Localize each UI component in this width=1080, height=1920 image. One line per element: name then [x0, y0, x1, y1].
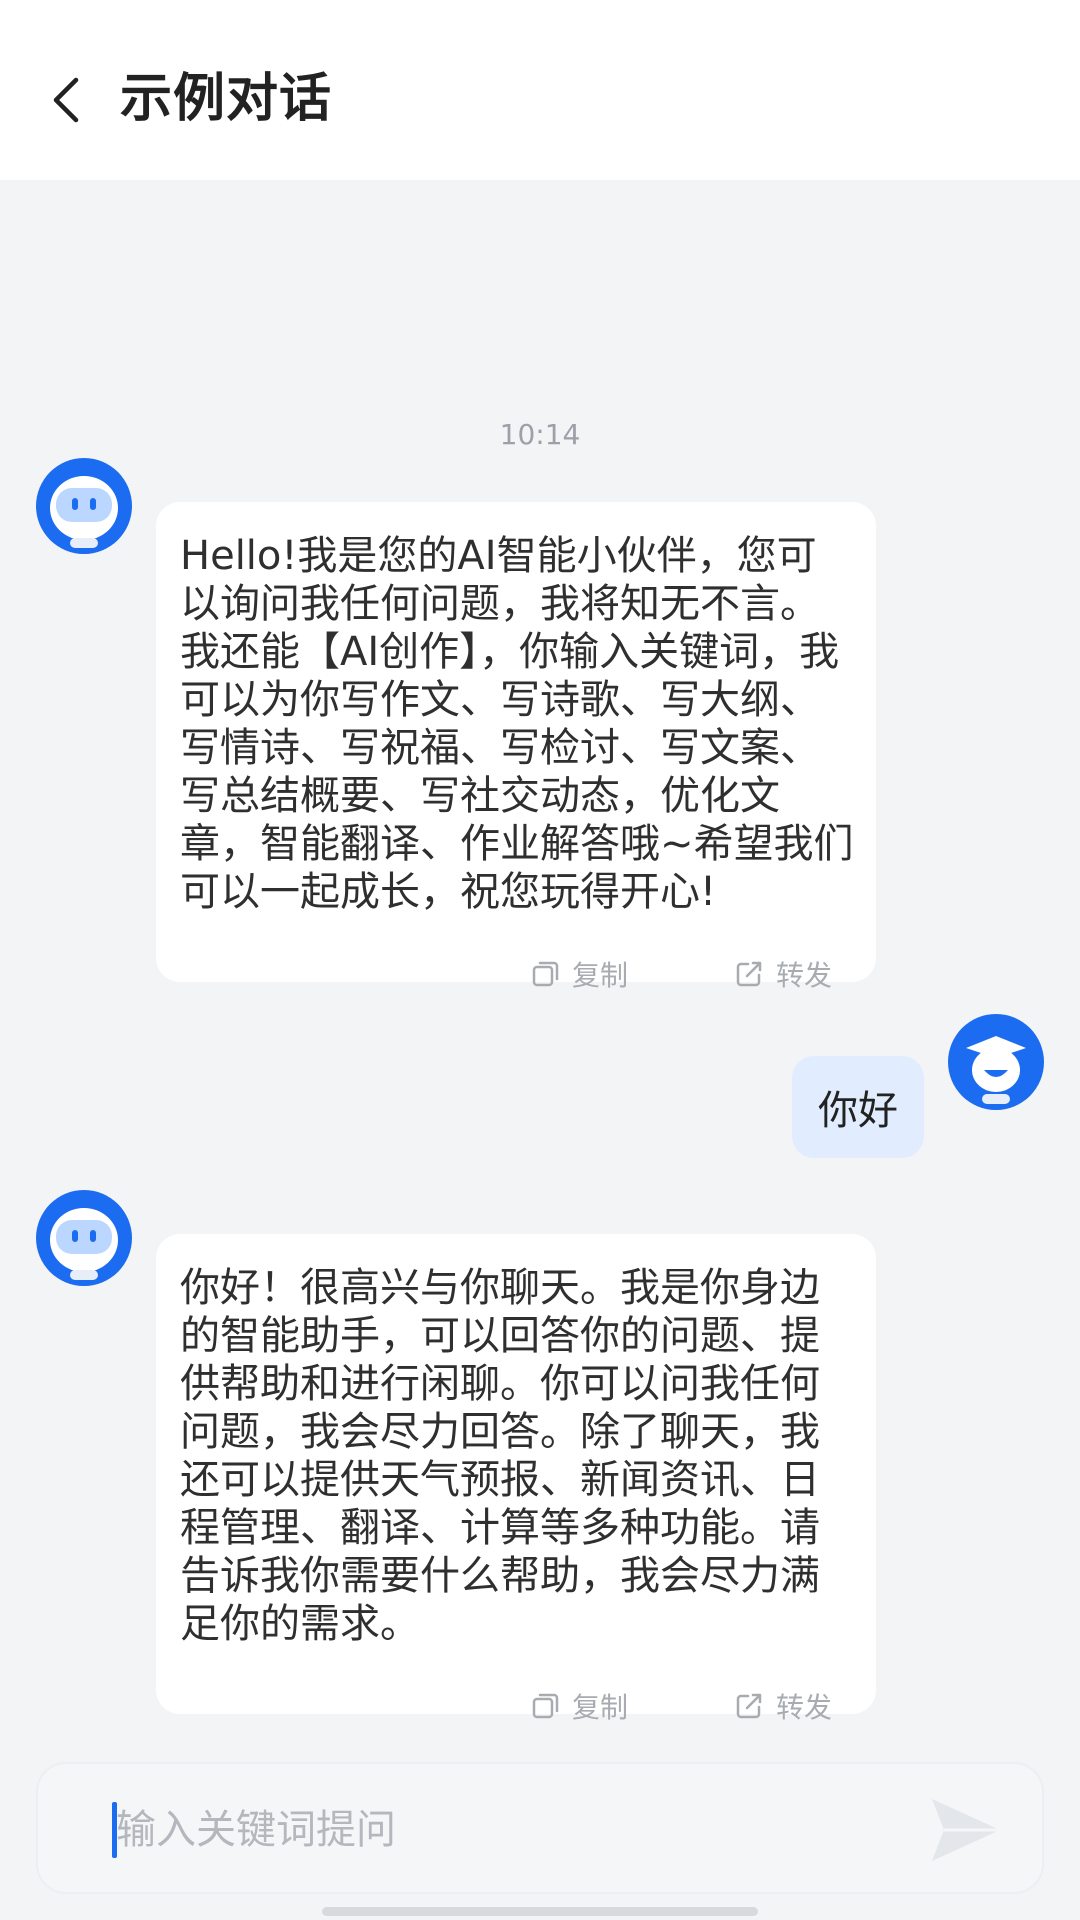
- message-input-bar[interactable]: 输入关键词提问: [36, 1762, 1044, 1894]
- forward-icon: [736, 1693, 762, 1719]
- message-actions: 复制 转发: [530, 1686, 832, 1726]
- copy-button[interactable]: 复制: [530, 954, 628, 994]
- send-button[interactable]: [926, 1790, 1006, 1870]
- robot-avatar-icon: [36, 458, 132, 554]
- copy-label: 复制: [571, 959, 628, 992]
- message-text: Hello!我是您的AI智能小伙伴，您可以询问我任何问题，我将知无不言。我还能【…: [180, 533, 854, 915]
- user-avatar-icon: [948, 1014, 1044, 1110]
- copy-button[interactable]: 复制: [530, 1686, 628, 1726]
- robot-avatar-icon: [36, 1190, 132, 1286]
- forward-label: 转发: [775, 959, 832, 992]
- message-input[interactable]: 输入关键词提问: [116, 1800, 396, 1860]
- copy-label: 复制: [571, 1691, 628, 1724]
- message-actions: 复制 转发: [530, 954, 832, 994]
- forward-icon: [736, 961, 762, 987]
- bot-avatar: [36, 1190, 132, 1286]
- bot-message-bubble: Hello!我是您的AI智能小伙伴，您可以询问我任何问题，我将知无不言。我还能【…: [156, 502, 876, 992]
- bot-avatar: [36, 458, 132, 554]
- user-avatar: [948, 1014, 1044, 1110]
- message-timestamp: 10:14: [499, 418, 581, 451]
- header-bar: 示例对话: [0, 0, 1080, 180]
- bot-message-bubble: 你好！很高兴与你聊天。我是你身边的智能助手，可以回答你的问题、提供帮助和进行闲聊…: [156, 1234, 876, 1724]
- message-text: 你好！很高兴与你聊天。我是你身边的智能助手，可以回答你的问题、提供帮助和进行闲聊…: [180, 1265, 820, 1647]
- forward-button[interactable]: 转发: [734, 954, 832, 994]
- copy-icon: [532, 961, 559, 987]
- forward-button[interactable]: 转发: [734, 1686, 832, 1726]
- user-message-bubble: 你好: [792, 1056, 924, 1158]
- back-button[interactable]: [36, 62, 96, 138]
- back-arrow-icon: [53, 77, 79, 123]
- home-indicator: [322, 1907, 758, 1916]
- copy-icon: [532, 1693, 559, 1719]
- forward-label: 转发: [775, 1691, 832, 1724]
- send-icon: [932, 1799, 1000, 1861]
- page-title: 示例对话: [120, 69, 333, 129]
